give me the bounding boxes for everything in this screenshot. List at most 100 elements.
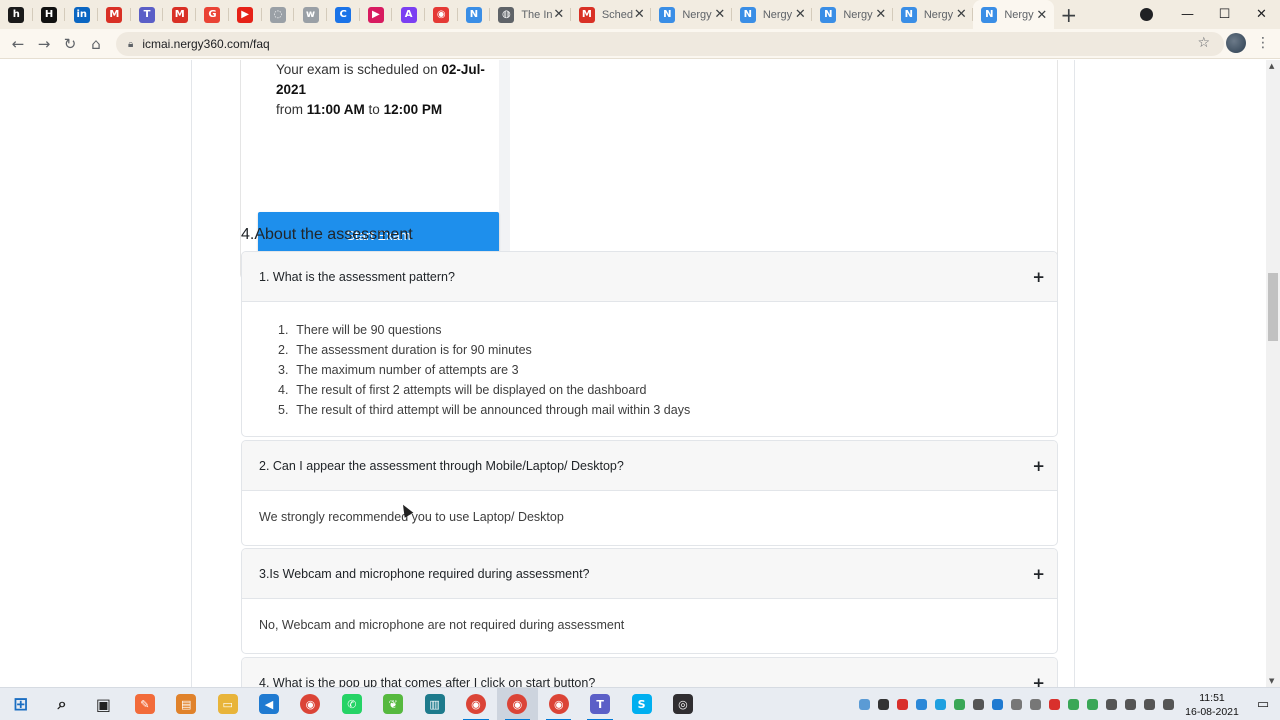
faq-header[interactable]: 3.Is Webcam and microphone required duri…	[242, 549, 1057, 599]
pinned-tab-nergy[interactable]: N	[458, 0, 491, 29]
tab[interactable]: M Sched ✕	[571, 0, 652, 29]
pinned-tab-youtube[interactable]: ▶	[229, 0, 262, 29]
scrollbar-thumb[interactable]	[1268, 273, 1278, 341]
tab[interactable]: N Nergy ✕	[893, 0, 974, 29]
google-icon: G	[204, 6, 221, 23]
pinned-tab-gmail-2[interactable]: M	[163, 0, 196, 29]
record-icon[interactable]	[1123, 8, 1169, 21]
pinned-tab-hackerearth[interactable]: H	[33, 0, 66, 29]
profile-avatar[interactable]	[1226, 33, 1246, 53]
back-button[interactable]: ←	[5, 35, 31, 53]
tab-close-icon[interactable]: ✕	[875, 7, 887, 22]
bookmark-star-icon[interactable]: ☆	[1197, 35, 1210, 51]
taskbar-file-explorer[interactable]: ▭	[207, 688, 248, 720]
faq-card: 2. Can I appear the assessment through M…	[241, 440, 1058, 546]
tray-app-icon[interactable]	[1007, 688, 1026, 720]
tab-active[interactable]: N Nergy ✕	[973, 0, 1054, 30]
tray-app-icon[interactable]	[874, 688, 893, 720]
faq-header[interactable]: 2. Can I appear the assessment through M…	[242, 441, 1057, 491]
pinned-tab-w3schools[interactable]: w	[294, 0, 327, 29]
faq-card: 1. What is the assessment pattern? + 1. …	[241, 251, 1058, 437]
taskbar-git[interactable]: ❦	[373, 688, 414, 720]
pinned-tab-teams[interactable]: T	[131, 0, 164, 29]
tab-close-icon[interactable]: ✕	[1036, 8, 1048, 23]
taskbar-chrome-3[interactable]: ◉	[496, 687, 539, 720]
taskbar-whatsapp[interactable]: ✆	[331, 688, 372, 720]
browser-menu-icon[interactable]: ⋮	[1256, 35, 1270, 51]
taskbar-skype[interactable]: S	[621, 688, 662, 720]
tray-app-icon[interactable]	[1045, 688, 1064, 720]
taskbar-chrome-4[interactable]: ◉	[538, 688, 579, 720]
tab-close-icon[interactable]: ✕	[955, 7, 967, 22]
tray-app-icon[interactable]	[1140, 688, 1159, 720]
tab-close-icon[interactable]: ✕	[794, 7, 806, 22]
scroll-down-icon[interactable]: ▼	[1269, 677, 1274, 685]
chrome-2-icon: ◉	[465, 694, 486, 714]
favicon-icon: N	[820, 6, 837, 23]
tray-app-icon[interactable]	[1083, 688, 1102, 720]
taskbar-chrome[interactable]: ◉	[290, 688, 331, 720]
tray-app-icon[interactable]	[950, 688, 969, 720]
faq-card: 3.Is Webcam and microphone required duri…	[241, 548, 1058, 654]
taskbar-search[interactable]: ⌕	[41, 688, 82, 720]
taskbar-windows-start[interactable]: ⊞	[0, 688, 41, 720]
faq-question: 2. Can I appear the assessment through M…	[259, 458, 624, 473]
expand-icon[interactable]: +	[1032, 268, 1045, 286]
tab[interactable]: N Nergy ✕	[732, 0, 813, 29]
tray-app-icon[interactable]	[988, 688, 1007, 720]
forward-button[interactable]: →	[31, 35, 57, 53]
pinned-tab-ads[interactable]: ◉	[425, 0, 458, 29]
tray-app-icon[interactable]	[1026, 688, 1045, 720]
taskbar-jetbrains[interactable]: ▥	[414, 688, 455, 720]
taskbar-postman[interactable]: ✎	[124, 688, 165, 720]
pinned-tab-media[interactable]: ▶	[360, 0, 393, 29]
address-bar[interactable]: 🔒︎ icmai.nergy360.com/faq ☆	[116, 32, 1224, 56]
taskbar-notepad[interactable]: ▤	[166, 688, 207, 720]
tray-app-icon[interactable]	[893, 688, 912, 720]
tray-app-icon[interactable]	[931, 688, 950, 720]
tray-app-icon[interactable]	[1159, 688, 1178, 720]
linkedin-icon: in	[73, 6, 90, 23]
minimize-button[interactable]: —	[1169, 7, 1206, 22]
faq-header[interactable]: 4. What is the pop up that comes after I…	[242, 658, 1057, 687]
tray-app-icon[interactable]	[912, 688, 931, 720]
tray-app-icon[interactable]	[855, 688, 874, 720]
expand-icon[interactable]: +	[1032, 457, 1045, 475]
pinned-tab-gmail[interactable]: M	[98, 0, 131, 29]
expand-icon[interactable]: +	[1032, 565, 1045, 583]
tray-app-icon[interactable]	[1102, 688, 1121, 720]
taskbar-teams[interactable]: T	[579, 688, 620, 720]
new-tab-button[interactable]: +	[1054, 3, 1084, 27]
close-window-button[interactable]: ✕	[1243, 7, 1280, 22]
notification-icon[interactable]: ▭	[1246, 697, 1280, 712]
tray-app-icon[interactable]	[969, 688, 988, 720]
favicon-icon: N	[739, 6, 756, 23]
tray-app-icon[interactable]	[1121, 688, 1140, 720]
pinned-tab-hackerrank[interactable]: h	[0, 0, 33, 29]
faq-header[interactable]: 1. What is the assessment pattern? +	[242, 252, 1057, 302]
home-button[interactable]: ⌂	[83, 35, 109, 53]
expand-icon[interactable]: +	[1032, 674, 1045, 688]
taskbar-vscode[interactable]: ◀	[248, 688, 289, 720]
tab[interactable]: N Nergy ✕	[812, 0, 893, 29]
clock[interactable]: 11:51 16-08-2021	[1178, 691, 1246, 719]
pinned-tab-linkedin[interactable]: in	[65, 0, 98, 29]
tray-app-icon[interactable]	[1064, 688, 1083, 720]
tab-close-icon[interactable]: ✕	[553, 7, 565, 22]
page-scrollbar[interactable]: ▲ ▼	[1266, 60, 1280, 687]
tab-close-icon[interactable]: ✕	[714, 7, 726, 22]
maximize-button[interactable]: ☐	[1206, 7, 1243, 22]
taskbar-task-view[interactable]: ▣	[83, 688, 124, 720]
lock-icon: 🔒︎	[128, 38, 134, 50]
pinned-tab-google[interactable]: G	[196, 0, 229, 29]
pinned-tab-docs[interactable]: A	[392, 0, 425, 29]
reload-button[interactable]: ↻	[57, 35, 83, 53]
taskbar-chrome-2[interactable]: ◉	[455, 688, 496, 720]
pinned-tab-web[interactable]: ◌	[262, 0, 295, 29]
tab[interactable]: ◍ The In ✕	[490, 0, 571, 29]
scroll-up-icon[interactable]: ▲	[1269, 62, 1274, 70]
pinned-tab-calendar[interactable]: C	[327, 0, 360, 29]
tab-close-icon[interactable]: ✕	[633, 7, 645, 22]
tab[interactable]: N Nergy ✕	[651, 0, 732, 29]
taskbar-obs[interactable]: ◎	[662, 688, 703, 720]
